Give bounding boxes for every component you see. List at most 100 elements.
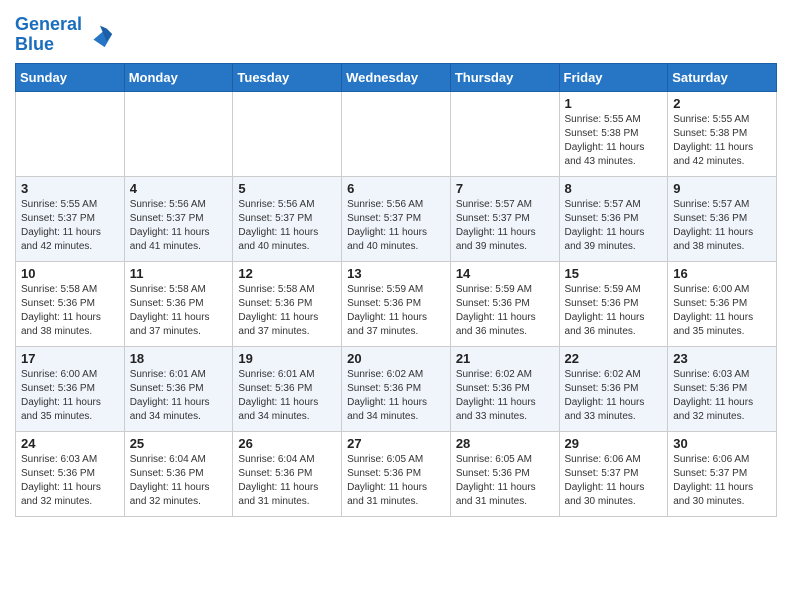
logo-text: General Blue <box>15 15 82 55</box>
calendar-cell <box>450 91 559 176</box>
day-number: 6 <box>347 181 445 196</box>
day-info: Sunrise: 6:00 AM Sunset: 5:36 PM Dayligh… <box>21 368 119 424</box>
logo-icon <box>86 21 114 49</box>
day-number: 3 <box>21 181 119 196</box>
day-info: Sunrise: 6:06 AM Sunset: 5:37 PM Dayligh… <box>565 453 663 509</box>
calendar-cell: 4 Sunrise: 5:56 AM Sunset: 5:37 PM Daylig… <box>124 176 233 261</box>
calendar-cell <box>342 91 451 176</box>
day-info: Sunrise: 5:57 AM Sunset: 5:36 PM Dayligh… <box>565 198 663 254</box>
day-info: Sunrise: 6:02 AM Sunset: 5:36 PM Dayligh… <box>456 368 554 424</box>
day-info: Sunrise: 5:59 AM Sunset: 5:36 PM Dayligh… <box>565 283 663 339</box>
calendar-header-row: SundayMondayTuesdayWednesdayThursdayFrid… <box>16 63 777 91</box>
calendar-table: SundayMondayTuesdayWednesdayThursdayFrid… <box>15 63 777 517</box>
day-info: Sunrise: 5:56 AM Sunset: 5:37 PM Dayligh… <box>130 198 228 254</box>
day-number: 12 <box>238 266 336 281</box>
weekday-header: Thursday <box>450 63 559 91</box>
calendar-week-row: 24 Sunrise: 6:03 AM Sunset: 5:36 PM Dayli… <box>16 431 777 516</box>
day-number: 24 <box>21 436 119 451</box>
calendar-cell <box>124 91 233 176</box>
day-info: Sunrise: 5:57 AM Sunset: 5:37 PM Dayligh… <box>456 198 554 254</box>
day-info: Sunrise: 6:02 AM Sunset: 5:36 PM Dayligh… <box>565 368 663 424</box>
calendar-cell: 29 Sunrise: 6:06 AM Sunset: 5:37 PM Dayli… <box>559 431 668 516</box>
day-info: Sunrise: 6:03 AM Sunset: 5:36 PM Dayligh… <box>673 368 771 424</box>
day-number: 4 <box>130 181 228 196</box>
day-info: Sunrise: 6:04 AM Sunset: 5:36 PM Dayligh… <box>130 453 228 509</box>
day-number: 5 <box>238 181 336 196</box>
day-info: Sunrise: 6:05 AM Sunset: 5:36 PM Dayligh… <box>456 453 554 509</box>
day-number: 29 <box>565 436 663 451</box>
day-number: 2 <box>673 96 771 111</box>
calendar-cell: 3 Sunrise: 5:55 AM Sunset: 5:37 PM Daylig… <box>16 176 125 261</box>
day-number: 22 <box>565 351 663 366</box>
calendar-cell: 19Sunrise: 6:01 AM Sunset: 5:36 PM Dayli… <box>233 346 342 431</box>
calendar-cell: 12 Sunrise: 5:58 AM Sunset: 5:36 PM Dayli… <box>233 261 342 346</box>
calendar-cell: 6 Sunrise: 5:56 AM Sunset: 5:37 PM Daylig… <box>342 176 451 261</box>
day-info: Sunrise: 6:00 AM Sunset: 5:36 PM Dayligh… <box>673 283 771 339</box>
day-number: 8 <box>565 181 663 196</box>
calendar-cell: 5 Sunrise: 5:56 AM Sunset: 5:37 PM Daylig… <box>233 176 342 261</box>
weekday-header: Sunday <box>16 63 125 91</box>
weekday-header: Friday <box>559 63 668 91</box>
calendar-cell: 1Sunrise: 5:55 AM Sunset: 5:38 PM Daylig… <box>559 91 668 176</box>
day-info: Sunrise: 5:56 AM Sunset: 5:37 PM Dayligh… <box>238 198 336 254</box>
day-info: Sunrise: 6:02 AM Sunset: 5:36 PM Dayligh… <box>347 368 445 424</box>
day-number: 14 <box>456 266 554 281</box>
day-info: Sunrise: 6:05 AM Sunset: 5:36 PM Dayligh… <box>347 453 445 509</box>
day-number: 17 <box>21 351 119 366</box>
day-info: Sunrise: 6:03 AM Sunset: 5:36 PM Dayligh… <box>21 453 119 509</box>
calendar-cell: 27 Sunrise: 6:05 AM Sunset: 5:36 PM Dayli… <box>342 431 451 516</box>
day-info: Sunrise: 5:55 AM Sunset: 5:37 PM Dayligh… <box>21 198 119 254</box>
day-number: 16 <box>673 266 771 281</box>
day-number: 27 <box>347 436 445 451</box>
day-number: 13 <box>347 266 445 281</box>
day-number: 10 <box>21 266 119 281</box>
day-info: Sunrise: 6:01 AM Sunset: 5:36 PM Dayligh… <box>130 368 228 424</box>
weekday-header: Tuesday <box>233 63 342 91</box>
calendar-cell: 8 Sunrise: 5:57 AM Sunset: 5:36 PM Daylig… <box>559 176 668 261</box>
calendar-cell: 20 Sunrise: 6:02 AM Sunset: 5:36 PM Dayli… <box>342 346 451 431</box>
day-number: 20 <box>347 351 445 366</box>
calendar-week-row: 17 Sunrise: 6:00 AM Sunset: 5:36 PM Dayli… <box>16 346 777 431</box>
day-number: 23 <box>673 351 771 366</box>
day-number: 9 <box>673 181 771 196</box>
day-number: 19 <box>238 351 336 366</box>
calendar-cell: 14 Sunrise: 5:59 AM Sunset: 5:36 PM Dayli… <box>450 261 559 346</box>
page-header: General Blue <box>15 10 777 55</box>
calendar-cell <box>16 91 125 176</box>
day-info: Sunrise: 5:56 AM Sunset: 5:37 PM Dayligh… <box>347 198 445 254</box>
calendar-cell: 26 Sunrise: 6:04 AM Sunset: 5:36 PM Dayli… <box>233 431 342 516</box>
day-number: 30 <box>673 436 771 451</box>
day-number: 11 <box>130 266 228 281</box>
calendar-cell: 30 Sunrise: 6:06 AM Sunset: 5:37 PM Dayli… <box>668 431 777 516</box>
day-info: Sunrise: 5:55 AM Sunset: 5:38 PM Dayligh… <box>673 113 771 169</box>
calendar-cell <box>233 91 342 176</box>
calendar-cell: 13Sunrise: 5:59 AM Sunset: 5:36 PM Dayli… <box>342 261 451 346</box>
calendar-cell: 7Sunrise: 5:57 AM Sunset: 5:37 PM Daylig… <box>450 176 559 261</box>
day-number: 28 <box>456 436 554 451</box>
day-info: Sunrise: 6:04 AM Sunset: 5:36 PM Dayligh… <box>238 453 336 509</box>
calendar-week-row: 3 Sunrise: 5:55 AM Sunset: 5:37 PM Daylig… <box>16 176 777 261</box>
day-info: Sunrise: 5:58 AM Sunset: 5:36 PM Dayligh… <box>130 283 228 339</box>
calendar-cell: 2 Sunrise: 5:55 AM Sunset: 5:38 PM Daylig… <box>668 91 777 176</box>
calendar-cell: 23 Sunrise: 6:03 AM Sunset: 5:36 PM Dayli… <box>668 346 777 431</box>
day-info: Sunrise: 5:57 AM Sunset: 5:36 PM Dayligh… <box>673 198 771 254</box>
calendar-cell: 18 Sunrise: 6:01 AM Sunset: 5:36 PM Dayli… <box>124 346 233 431</box>
calendar-cell: 25Sunrise: 6:04 AM Sunset: 5:36 PM Dayli… <box>124 431 233 516</box>
day-info: Sunrise: 5:58 AM Sunset: 5:36 PM Dayligh… <box>238 283 336 339</box>
day-info: Sunrise: 6:06 AM Sunset: 5:37 PM Dayligh… <box>673 453 771 509</box>
day-info: Sunrise: 5:59 AM Sunset: 5:36 PM Dayligh… <box>456 283 554 339</box>
logo: General Blue <box>15 15 114 55</box>
calendar-cell: 22 Sunrise: 6:02 AM Sunset: 5:36 PM Dayli… <box>559 346 668 431</box>
calendar-cell: 17 Sunrise: 6:00 AM Sunset: 5:36 PM Dayli… <box>16 346 125 431</box>
calendar-cell: 21 Sunrise: 6:02 AM Sunset: 5:36 PM Dayli… <box>450 346 559 431</box>
day-number: 15 <box>565 266 663 281</box>
calendar-cell: 10 Sunrise: 5:58 AM Sunset: 5:36 PM Dayli… <box>16 261 125 346</box>
calendar-cell: 11 Sunrise: 5:58 AM Sunset: 5:36 PM Dayli… <box>124 261 233 346</box>
day-number: 21 <box>456 351 554 366</box>
weekday-header: Monday <box>124 63 233 91</box>
day-number: 1 <box>565 96 663 111</box>
day-number: 26 <box>238 436 336 451</box>
day-info: Sunrise: 5:58 AM Sunset: 5:36 PM Dayligh… <box>21 283 119 339</box>
day-number: 18 <box>130 351 228 366</box>
calendar-week-row: 1 Sunrise: 5:55 AM Sunset: 5:38 PM Daylig… <box>16 91 777 176</box>
